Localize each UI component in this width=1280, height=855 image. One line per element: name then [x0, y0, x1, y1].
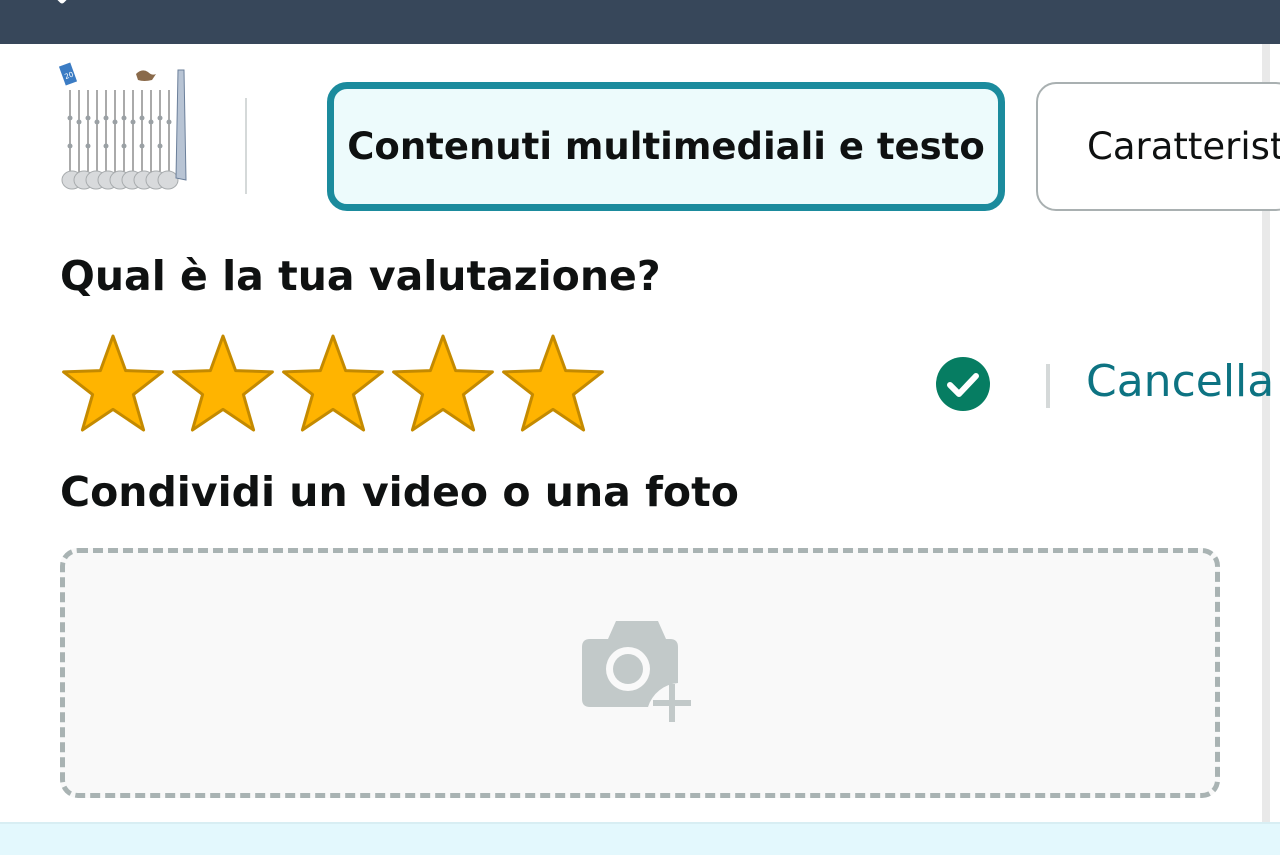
chevron-down-icon[interactable] [50, 0, 74, 8]
star-icon[interactable] [168, 330, 278, 434]
star-icon[interactable] [388, 330, 498, 434]
star-rating[interactable] [58, 330, 608, 434]
star-icon[interactable] [498, 330, 608, 434]
star-icon[interactable] [58, 330, 168, 434]
rating-heading: Qual è la tua valutazione? [60, 252, 661, 300]
camera-add-icon[interactable] [578, 617, 696, 723]
tab-media-and-text[interactable]: Contenuti multimediali e testo [327, 82, 1005, 211]
tab-features[interactable]: Caratteristi [1036, 82, 1280, 211]
top-nav-bar [0, 0, 1280, 44]
divider [1046, 364, 1050, 408]
tab-label: Caratteristi [1087, 125, 1280, 168]
bottom-section-band [0, 822, 1280, 855]
clear-rating-link[interactable]: Cancella [1086, 356, 1274, 407]
product-thumbnail: 20 [58, 62, 187, 190]
tab-label: Contenuti multimediali e testo [347, 125, 985, 168]
check-circle-icon [936, 357, 990, 411]
divider [245, 98, 247, 194]
star-icon[interactable] [278, 330, 388, 434]
media-heading: Condividi un video o una foto [60, 468, 739, 516]
